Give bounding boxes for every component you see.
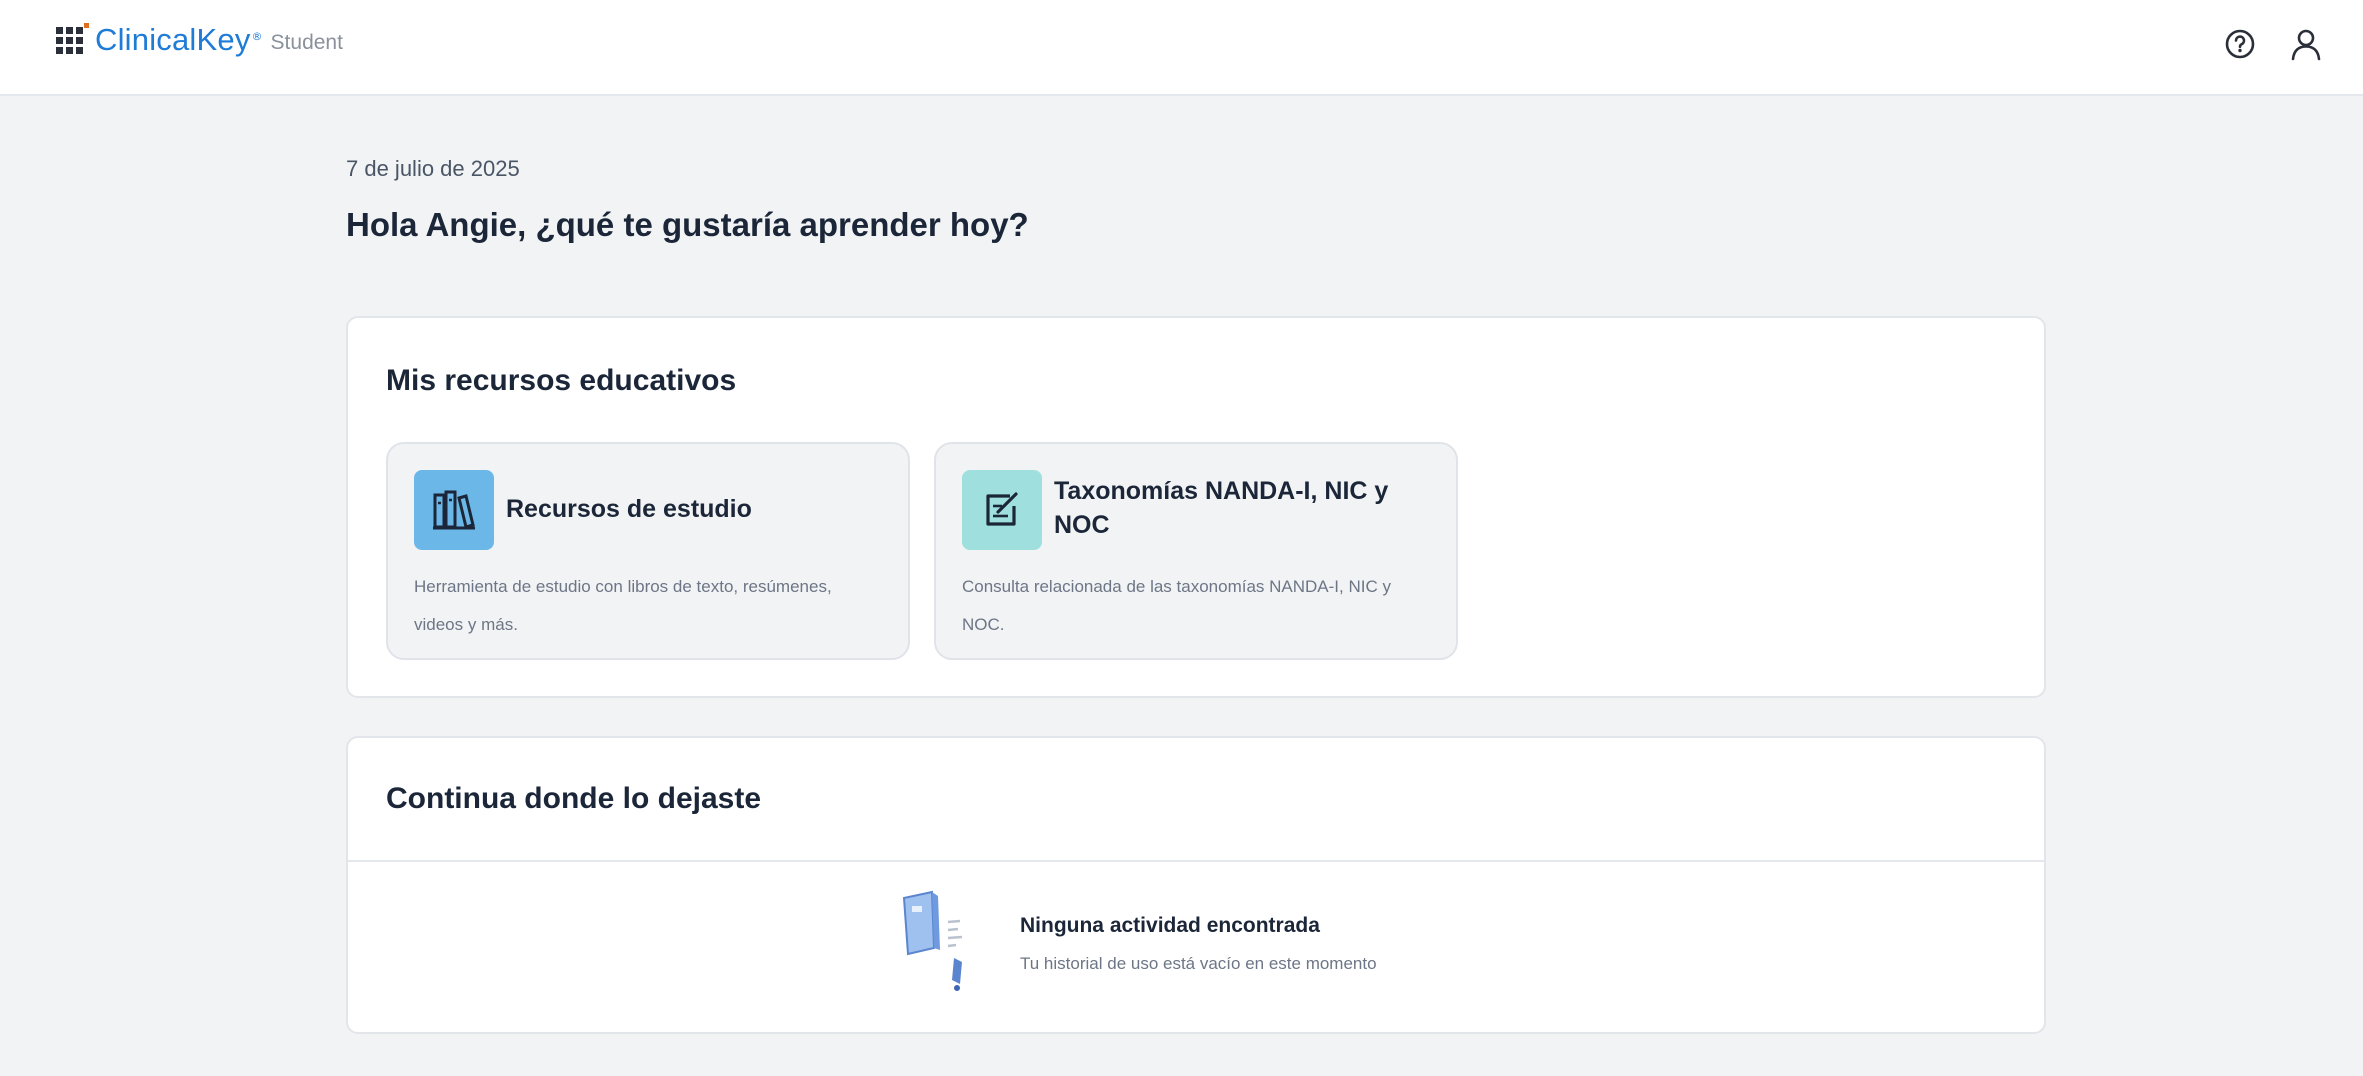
top-bar: ClinicalKey ® Student xyxy=(0,0,2363,96)
brand-registered-mark: ® xyxy=(251,29,263,43)
empty-state-title: Ninguna actividad encontrada xyxy=(1020,914,1320,937)
empty-state-subtitle: Tu historial de uso está vacío en este m… xyxy=(1020,954,1377,973)
page-title: Hola Angie, ¿qué te gustaría aprender ho… xyxy=(346,206,1029,243)
taxonomies-description: Consulta relacionada de las taxonomías N… xyxy=(962,577,1391,634)
continue-panel: Continua donde lo dejaste Ninguna activi… xyxy=(346,736,2046,1034)
grid-icon[interactable] xyxy=(56,22,89,54)
current-date: 7 de julio de 2025 xyxy=(346,156,520,181)
edit-checklist-icon xyxy=(962,470,1042,550)
brand-logo[interactable]: ClinicalKey ® Student xyxy=(56,18,343,62)
user-icon[interactable] xyxy=(2288,26,2324,62)
continue-panel-title: Continua donde lo dejaste xyxy=(386,782,762,815)
resources-panel: Mis recursos educativos Recursos de estu… xyxy=(346,316,2046,698)
resources-panel-title: Mis recursos educativos xyxy=(386,364,737,397)
brand-subtitle: Student xyxy=(270,31,343,54)
study-resources-card[interactable]: Recursos de estudio Herramienta de estud… xyxy=(386,442,910,660)
brand-name: ClinicalKey xyxy=(95,22,251,57)
study-resources-description: Herramienta de estudio con libros de tex… xyxy=(414,577,832,634)
empty-book-illustration xyxy=(898,888,974,998)
divider xyxy=(348,860,2044,862)
taxonomies-card[interactable]: Taxonomías NANDA-I, NIC y NOC Consulta r… xyxy=(934,442,1458,660)
books-icon xyxy=(414,470,494,550)
help-icon[interactable] xyxy=(2222,26,2258,62)
study-resources-title: Recursos de estudio xyxy=(506,495,752,523)
taxonomies-title: Taxonomías NANDA-I, NIC y NOC xyxy=(1054,477,1389,539)
